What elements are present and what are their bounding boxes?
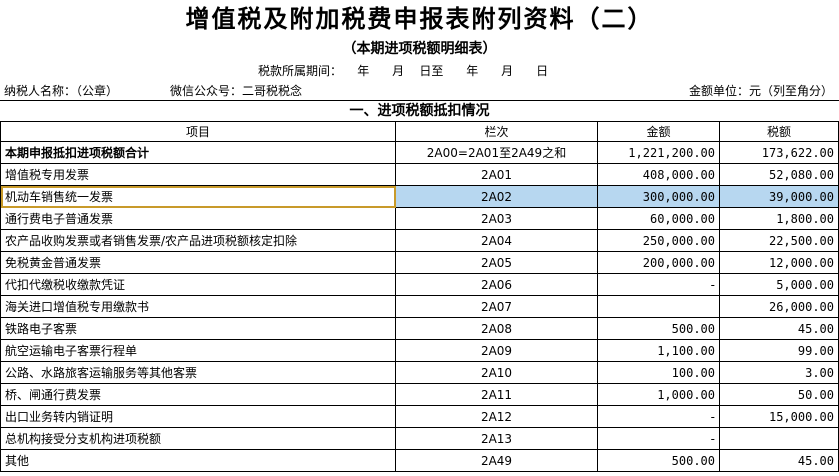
item-cell[interactable]: 出口业务转内销证明 <box>0 405 396 428</box>
item-cell[interactable]: 本期申报抵扣进项税额合计 <box>0 141 396 164</box>
form-title: 增值税及附加税费申报表附列资料（二） <box>185 4 654 33</box>
input-tax-table: 项目 栏次 金额 税额 本期申报抵扣进项税额合计 2A00=2A01至2A49之和… <box>0 121 839 472</box>
amount-cell[interactable]: 1,000.00 <box>597 383 720 406</box>
table-header-row: 项目 栏次 金额 税额 <box>0 121 839 142</box>
code-cell[interactable]: 2A05 <box>395 251 598 274</box>
item-cell[interactable]: 农产品收购发票或者销售发票/农产品进项税额核定扣除 <box>0 229 396 252</box>
tax-cell[interactable]: 1,800.00 <box>719 207 839 230</box>
amount-cell[interactable]: 408,000.00 <box>597 163 720 186</box>
amount-cell[interactable]: - <box>597 273 720 296</box>
code-cell[interactable]: 2A11 <box>395 383 598 406</box>
amount-cell[interactable]: 500.00 <box>597 317 720 340</box>
wechat-label: 微信公众号：二哥税税念 <box>170 84 303 98</box>
item-cell[interactable]: 其他 <box>0 449 396 472</box>
item-cell[interactable]: 机动车销售统一发票 <box>0 185 396 208</box>
tax-cell[interactable]: 52,080.00 <box>719 163 839 186</box>
table-row: 机动车销售统一发票 2A02 300,000.00 39,000.00 <box>0 185 839 208</box>
amount-cell[interactable]: 100.00 <box>597 361 720 384</box>
amount-cell[interactable]: - <box>597 427 720 450</box>
tax-cell[interactable]: 173,622.00 <box>719 141 839 164</box>
spreadsheet: 增值税及附加税费申报表附列资料（二） （本期进项税额明细表） 税款所属期间： 年… <box>0 0 839 476</box>
item-cell[interactable]: 通行费电子普通发票 <box>0 207 396 230</box>
amount-cell[interactable]: 60,000.00 <box>597 207 720 230</box>
tax-cell[interactable]: 99.00 <box>719 339 839 362</box>
item-cell[interactable]: 代扣代缴税收缴款凭证 <box>0 273 396 296</box>
code-cell[interactable]: 2A49 <box>395 449 598 472</box>
amount-cell[interactable]: 1,100.00 <box>597 339 720 362</box>
table-row: 铁路电子客票 2A08 500.00 45.00 <box>0 317 839 340</box>
item-cell[interactable]: 公路、水路旅客运输服务等其他客票 <box>0 361 396 384</box>
tax-cell[interactable]: 3.00 <box>719 361 839 384</box>
table-row: 其他 2A49 500.00 45.00 <box>0 449 839 472</box>
taxpayer-name-label: 纳税人名称：（公章） <box>4 84 119 98</box>
amount-cell[interactable]: - <box>597 405 720 428</box>
item-cell[interactable]: 增值税专用发票 <box>0 163 396 186</box>
item-cell[interactable]: 海关进口增值税专用缴款书 <box>0 295 396 318</box>
code-cell[interactable]: 2A09 <box>395 339 598 362</box>
tax-cell[interactable]: 45.00 <box>719 317 839 340</box>
column-header-tax[interactable]: 税额 <box>719 121 839 142</box>
amount-cell[interactable]: 200,000.00 <box>597 251 720 274</box>
table-row: 通行费电子普通发票 2A03 60,000.00 1,800.00 <box>0 207 839 230</box>
amount-cell[interactable]: 500.00 <box>597 449 720 472</box>
tax-cell[interactable]: 15,000.00 <box>719 405 839 428</box>
form-subtitle: （本期进项税额明细表） <box>342 41 497 57</box>
code-cell[interactable]: 2A00=2A01至2A49之和 <box>395 141 598 164</box>
column-header-code[interactable]: 栏次 <box>395 121 598 142</box>
item-cell[interactable]: 桥、闸通行费发票 <box>0 383 396 406</box>
code-cell[interactable]: 2A01 <box>395 163 598 186</box>
code-cell[interactable]: 2A13 <box>395 427 598 450</box>
table-row: 航空运输电子客票行程单 2A09 1,100.00 99.00 <box>0 339 839 362</box>
amount-cell[interactable]: 1,221,200.00 <box>597 141 720 164</box>
tax-period-label: 税款所属期间： 年 月 日至 年 月 日 <box>258 64 549 78</box>
table-row: 农产品收购发票或者销售发票/农产品进项税额核定扣除 2A04 250,000.00 2… <box>0 229 839 252</box>
table-row: 本期申报抵扣进项税额合计 2A00=2A01至2A49之和 1,221,200.00… <box>0 141 839 164</box>
item-cell[interactable]: 总机构接受分支机构进项税额 <box>0 427 396 450</box>
table-row: 代扣代缴税收缴款凭证 2A06-5,000.00 <box>0 273 839 296</box>
table-row: 免税黄金普通发票 2A05 200,000.00 12,000.00 <box>0 251 839 274</box>
table-row: 桥、闸通行费发票 2A11 1,000.00 50.00 <box>0 383 839 406</box>
code-cell[interactable]: 2A06 <box>395 273 598 296</box>
tax-cell[interactable] <box>719 427 839 450</box>
code-cell[interactable]: 2A12 <box>395 405 598 428</box>
tax-cell[interactable]: 45.00 <box>719 449 839 472</box>
item-cell[interactable]: 航空运输电子客票行程单 <box>0 339 396 362</box>
code-cell[interactable]: 2A07 <box>395 295 598 318</box>
tax-cell[interactable]: 50.00 <box>719 383 839 406</box>
column-header-item[interactable]: 项目 <box>0 121 396 142</box>
column-header-amount[interactable]: 金额 <box>597 121 720 142</box>
amount-cell[interactable]: 250,000.00 <box>597 229 720 252</box>
table-row: 公路、水路旅客运输服务等其他客票 2A10 100.00 3.00 <box>0 361 839 384</box>
code-cell[interactable]: 2A10 <box>395 361 598 384</box>
item-cell[interactable]: 免税黄金普通发票 <box>0 251 396 274</box>
amount-cell[interactable]: 300,000.00 <box>597 185 720 208</box>
tax-cell[interactable]: 5,000.00 <box>719 273 839 296</box>
table-row: 出口业务转内销证明 2A12-15,000.00 <box>0 405 839 428</box>
table-row: 总机构接受分支机构进项税额 2A13- <box>0 427 839 450</box>
tax-cell[interactable]: 39,000.00 <box>719 185 839 208</box>
table-row: 增值税专用发票 2A01 408,000.00 52,080.00 <box>0 163 839 186</box>
amount-unit-label: 金额单位：元（列至角分） <box>688 84 833 98</box>
taxpayer-info-row: 纳税人名称：（公章） 微信公众号：二哥税税念 金额单位：元（列至角分） <box>0 82 839 100</box>
tax-cell[interactable]: 26,000.00 <box>719 295 839 318</box>
item-cell[interactable]: 铁路电子客票 <box>0 317 396 340</box>
code-cell[interactable]: 2A04 <box>395 229 598 252</box>
section-title: 一、进项税额抵扣情况 <box>0 100 839 122</box>
table-row: 海关进口增值税专用缴款书 2A07 26,000.00 <box>0 295 839 318</box>
code-cell[interactable]: 2A03 <box>395 207 598 230</box>
amount-cell[interactable] <box>597 295 720 318</box>
tax-cell[interactable]: 22,500.00 <box>719 229 839 252</box>
tax-cell[interactable]: 12,000.00 <box>719 251 839 274</box>
code-cell[interactable]: 2A02 <box>395 185 598 208</box>
code-cell[interactable]: 2A08 <box>395 317 598 340</box>
